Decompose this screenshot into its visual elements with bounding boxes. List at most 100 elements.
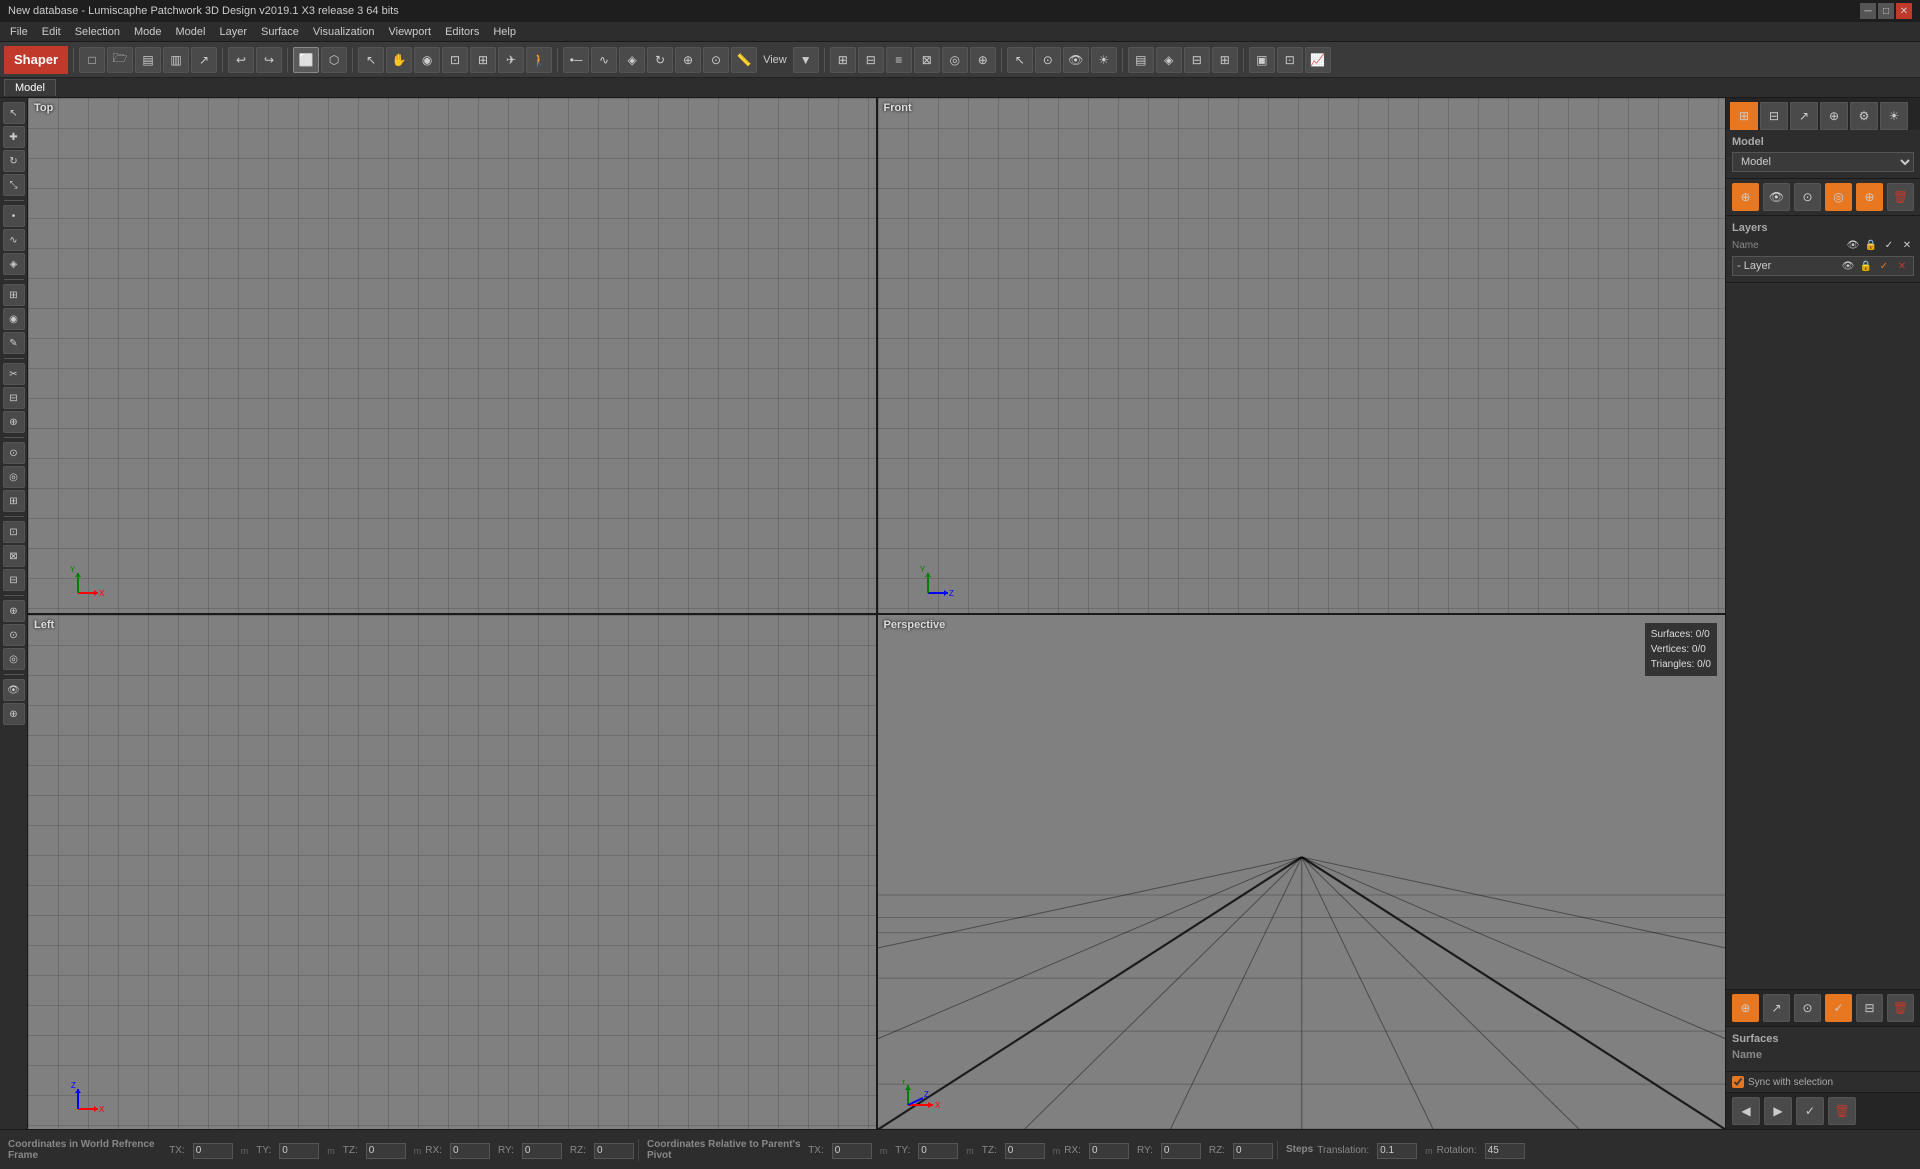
layer-check-btn[interactable]: ✓: [1877, 259, 1891, 273]
align-button[interactable]: ≡: [886, 47, 912, 73]
curve-button[interactable]: ∿: [591, 47, 617, 73]
status-translation-input[interactable]: [1377, 1143, 1417, 1159]
select-tool-button[interactable]: ↖: [358, 47, 384, 73]
status-ry2-input[interactable]: [1161, 1143, 1201, 1159]
panel-tab-puzzle[interactable]: ⊞: [1730, 102, 1758, 130]
lt-tool3[interactable]: ⊞: [3, 490, 25, 512]
export-button[interactable]: ↗: [191, 47, 217, 73]
lt-pencil[interactable]: ✎: [3, 332, 25, 354]
minimize-button[interactable]: ─: [1860, 3, 1876, 19]
surface-button[interactable]: ◈: [619, 47, 645, 73]
lt-tool6[interactable]: ⊟: [3, 569, 25, 591]
viewport-perspective[interactable]: Perspective Surfaces: 0/0 Vertices: 0/0 …: [878, 615, 1726, 1130]
menu-visualization[interactable]: Visualization: [307, 24, 381, 40]
status-tx2-input[interactable]: [832, 1143, 872, 1159]
status-ty-input[interactable]: [279, 1143, 319, 1159]
snap-button[interactable]: ⊟: [858, 47, 884, 73]
menu-layer[interactable]: Layer: [213, 24, 253, 40]
panel-bottom-check[interactable]: ✓: [1825, 994, 1852, 1022]
lt-curve[interactable]: ∿: [3, 229, 25, 251]
lt-rotate[interactable]: ↻: [3, 150, 25, 172]
menu-help[interactable]: Help: [487, 24, 522, 40]
distribute-button[interactable]: ⊠: [914, 47, 940, 73]
world-button[interactable]: ⊕: [970, 47, 996, 73]
panel-bottom-delete[interactable]: 🗑: [1887, 994, 1914, 1022]
viewport-top[interactable]: Top X Y: [28, 98, 876, 613]
layer-close-btn[interactable]: ✕: [1895, 259, 1909, 273]
sync-checkbox[interactable]: [1732, 1076, 1744, 1088]
panel-tab-arrow[interactable]: ↗: [1790, 102, 1818, 130]
save-button[interactable]: ▤: [135, 47, 161, 73]
lt-tool2[interactable]: ◎: [3, 466, 25, 488]
materials-btn[interactable]: ◈: [1156, 47, 1182, 73]
tab-model[interactable]: Model: [4, 79, 56, 96]
menu-surface[interactable]: Surface: [255, 24, 305, 40]
status-rx-input[interactable]: [450, 1143, 490, 1159]
save-as-button[interactable]: ▥: [163, 47, 189, 73]
lt-tool7[interactable]: ⊕: [3, 600, 25, 622]
lt-surface[interactable]: ◈: [3, 253, 25, 275]
lt-bridge[interactable]: ⊟: [3, 387, 25, 409]
panel-bottom-eye[interactable]: ↗: [1763, 994, 1790, 1022]
status-ty2-input[interactable]: [918, 1143, 958, 1159]
panel-model-dropdown[interactable]: Model: [1732, 152, 1914, 172]
layers-btn[interactable]: ▤: [1128, 47, 1154, 73]
lt-snap[interactable]: ⊞: [3, 284, 25, 306]
view-label[interactable]: View: [759, 52, 791, 68]
panel-add-icon[interactable]: ⊕: [1732, 183, 1759, 211]
zoom-box-button[interactable]: ⊞: [470, 47, 496, 73]
panel-tab-plus[interactable]: ⊕: [1820, 102, 1848, 130]
chart-btn[interactable]: 📈: [1305, 47, 1331, 73]
panel-tab-bulb[interactable]: ☀: [1880, 102, 1908, 130]
menu-mode[interactable]: Mode: [128, 24, 168, 40]
lt-tool8[interactable]: ⊙: [3, 624, 25, 646]
measure-button[interactable]: 📏: [731, 47, 757, 73]
panel-nav-left[interactable]: ◀: [1732, 1097, 1760, 1125]
close-button[interactable]: ✕: [1896, 3, 1912, 19]
lt-tool9[interactable]: ◎: [3, 648, 25, 670]
layer-lock-btn[interactable]: 🔒: [1859, 259, 1873, 273]
viewport-front[interactable]: Front Z Y: [878, 98, 1726, 613]
scene-btn[interactable]: ⊞: [1212, 47, 1238, 73]
panel-bottom-pivot[interactable]: ⊙: [1794, 994, 1821, 1022]
render-btn[interactable]: ▣: [1249, 47, 1275, 73]
axis-button[interactable]: ⊙: [703, 47, 729, 73]
lt-magnet[interactable]: ◉: [3, 308, 25, 330]
selection-lasso-button[interactable]: ⬡: [321, 47, 347, 73]
selection-rect-button[interactable]: ⬜: [293, 47, 319, 73]
properties-btn[interactable]: ⊟: [1184, 47, 1210, 73]
lt-plus[interactable]: ⊕: [3, 703, 25, 725]
menu-editors[interactable]: Editors: [439, 24, 485, 40]
layer-eye-btn[interactable]: 👁: [1841, 259, 1855, 273]
view-dropdown[interactable]: ▼: [793, 47, 819, 73]
open-button[interactable]: 🗁: [107, 47, 133, 73]
redo-button[interactable]: ↪: [256, 47, 282, 73]
status-tx-input[interactable]: [193, 1143, 233, 1159]
status-tz2-input[interactable]: [1005, 1143, 1045, 1159]
viewport-left[interactable]: Left X Z: [28, 615, 876, 1130]
panel-bottom-cross[interactable]: ⊟: [1856, 994, 1883, 1022]
transform-button[interactable]: ⊕: [675, 47, 701, 73]
lt-eye[interactable]: 👁: [3, 679, 25, 701]
lt-cut[interactable]: ✂: [3, 363, 25, 385]
status-rx2-input[interactable]: [1089, 1143, 1129, 1159]
menu-selection[interactable]: Selection: [69, 24, 126, 40]
pan-tool-button[interactable]: ✋: [386, 47, 412, 73]
walk-button[interactable]: 🚶: [526, 47, 552, 73]
rotate-tool-button[interactable]: ↻: [647, 47, 673, 73]
panel-nav-check2[interactable]: ✓: [1796, 1097, 1824, 1125]
zoom-fit-button[interactable]: ⊡: [442, 47, 468, 73]
camera-button[interactable]: 👁: [1063, 47, 1089, 73]
lt-tool5[interactable]: ⊠: [3, 545, 25, 567]
status-rz2-input[interactable]: [1233, 1143, 1273, 1159]
lt-move[interactable]: ✚: [3, 126, 25, 148]
menu-model[interactable]: Model: [170, 24, 212, 40]
panel-bottom-add[interactable]: ⊕: [1732, 994, 1759, 1022]
light-button[interactable]: ☀: [1091, 47, 1117, 73]
maximize-button[interactable]: □: [1878, 3, 1894, 19]
undo-button[interactable]: ↩: [228, 47, 254, 73]
point-button[interactable]: •─: [563, 47, 589, 73]
menu-edit[interactable]: Edit: [36, 24, 67, 40]
panel-delete-top-icon[interactable]: 🗑: [1887, 183, 1914, 211]
panel-tab-gear[interactable]: ⚙: [1850, 102, 1878, 130]
